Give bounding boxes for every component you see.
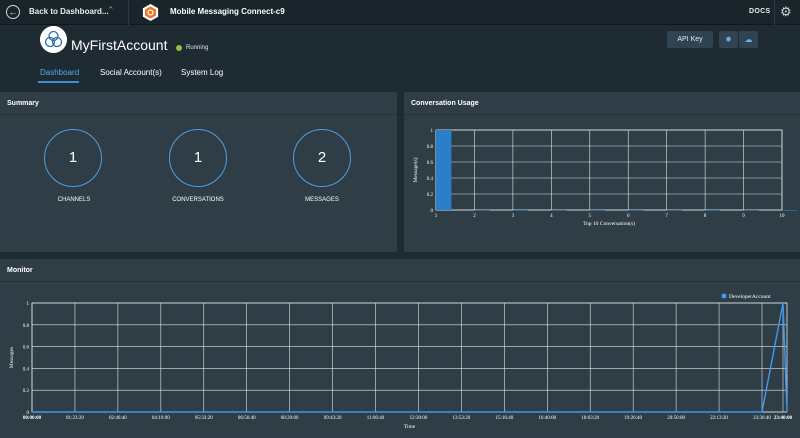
- messages-stat: 2: [293, 129, 351, 187]
- service-hexagon-icon: [142, 3, 159, 22]
- x-tick-label: 9: [742, 214, 745, 219]
- back-arrow-icon[interactable]: ←: [6, 5, 20, 19]
- x-tick-label: 04:10:00: [152, 416, 170, 421]
- legend-label: DeveloperAccount: [729, 294, 771, 300]
- active-tab-indicator: [38, 81, 79, 83]
- y-tick-label: 0.2: [427, 193, 434, 198]
- summary-title: Summary: [7, 100, 39, 107]
- conversation-usage-chart: 0 0.2 0.4 0.6 0.8 1 1 2 3 4 5 6 7 8 9 10 Top 10 Conversa…: [412, 129, 798, 227]
- conversations-label: CONVERSATIONS: [172, 197, 224, 203]
- bar: [474, 210, 490, 211]
- x-tick-label: 23:36:40: [753, 416, 771, 421]
- x-tick-label: 18:03:20: [581, 416, 599, 421]
- x-tick-label: 15:16:40: [495, 416, 513, 421]
- status-indicator: [176, 45, 182, 51]
- bar: [589, 210, 606, 211]
- bar: [436, 130, 452, 210]
- bar: [628, 210, 644, 211]
- bar: [782, 210, 798, 211]
- service-title: Mobile Messaging Connect-c9: [170, 7, 285, 16]
- top-bar: ← Back to Dashboard... ⌃ Mobile Messagin…: [0, 0, 800, 25]
- bar: [512, 210, 529, 211]
- conversation-usage-panel: Conversation Usage 0 0.2 0.4 0.6 0.8 1 1 2 3 4 5 6 7…: [404, 92, 800, 252]
- settings-gear-button-icon[interactable]: ✹: [719, 31, 738, 48]
- y-tick-label: 0.2: [23, 389, 30, 394]
- x-tick-label: 19:26:40: [624, 416, 642, 421]
- docs-link[interactable]: DOCS: [749, 8, 770, 15]
- x-tick-label: 01:23:20: [66, 416, 84, 421]
- api-key-button[interactable]: API Key: [667, 31, 713, 48]
- y-tick-label: 0.4: [427, 177, 434, 182]
- x-tick-label: 6: [627, 214, 630, 219]
- x-tick-label: 16:40:00: [538, 416, 556, 421]
- bar: [666, 210, 683, 211]
- x-tick-label: 11:06:40: [367, 416, 385, 421]
- account-logo-icon: [40, 26, 67, 53]
- y-axis-label: Message(s): [412, 157, 419, 182]
- conversations-stat: 1: [169, 129, 227, 187]
- divider: [128, 0, 129, 25]
- x-tick-label: 06:56:40: [238, 416, 256, 421]
- x-axis-label: Top 10 Conversation(s): [583, 220, 635, 227]
- x-axis-label: Time: [404, 424, 416, 430]
- channels-stat: 1: [44, 129, 102, 187]
- bar: [743, 210, 759, 211]
- bar: [551, 210, 567, 211]
- plot-area: [31, 302, 788, 413]
- tab-system-log[interactable]: System Log: [181, 68, 223, 77]
- cloud-button-icon[interactable]: ☁: [739, 31, 758, 48]
- x-tick-label: 1: [435, 214, 438, 219]
- gear-icon[interactable]: ⚙: [780, 4, 792, 20]
- status-text: Running: [186, 45, 209, 51]
- y-tick-label: 1: [431, 129, 434, 134]
- x-tick-label: 13:53:20: [453, 416, 471, 421]
- back-to-dashboard-link[interactable]: Back to Dashboard...: [29, 7, 109, 16]
- x-tick-label: 23:40:00: [774, 416, 793, 421]
- monitor-chart: 00.20.40.60.8100:00:00 01:23:20 02:46:40 04…: [9, 293, 793, 430]
- y-tick-label: 1: [27, 302, 30, 307]
- x-tick-label: 7: [665, 214, 668, 219]
- tab-dashboard[interactable]: Dashboard: [40, 68, 79, 77]
- y-tick-label: 0.4: [23, 367, 30, 372]
- x-tick-label: 00:00:00: [23, 416, 42, 421]
- x-tick-label: 05:33:20: [195, 416, 213, 421]
- monitor-panel: Monitor 0 0.2 0.4 0.6 0.8 1 00:00:00 01:23:20 02…: [0, 259, 800, 438]
- divider: [774, 0, 775, 25]
- y-tick-label: 0.6: [427, 161, 434, 166]
- x-tick-label: 4: [550, 214, 553, 219]
- y-tick-label: 0.6: [23, 346, 30, 351]
- x-tick-label: 02:46:40: [109, 416, 127, 421]
- account-name: MyFirstAccount: [71, 37, 168, 53]
- x-tick-label: 5: [589, 214, 592, 219]
- x-tick-label: 8: [704, 214, 707, 219]
- monitor-title: Monitor: [7, 267, 33, 274]
- account-header: MyFirstAccount Running API Key ✹ ☁ Dashb…: [0, 25, 800, 89]
- x-tick-label: 22:13:20: [710, 416, 728, 421]
- x-tick-label: 20:50:00: [667, 416, 685, 421]
- x-tick-label: 08:20:00: [281, 416, 299, 421]
- tab-social-accounts[interactable]: Social Account(s): [100, 68, 162, 77]
- x-tick-label: 2: [473, 214, 476, 219]
- y-tick-label: 0.8: [427, 145, 434, 150]
- x-tick-label: 09:43:20: [324, 416, 342, 421]
- y-axis-label: Messages: [9, 347, 15, 368]
- divider: [0, 114, 397, 115]
- x-tick-label: 10: [780, 214, 786, 219]
- legend-marker: [721, 293, 727, 299]
- summary-panel: Summary 1 CHANNELS 1 CONVERSATIONS 2 MES…: [0, 92, 397, 252]
- y-tick-label: 0.8: [23, 324, 30, 329]
- x-tick-label: 3: [512, 214, 515, 219]
- plot-area: [435, 129, 783, 211]
- chevron-up-icon[interactable]: ⌃: [107, 5, 115, 16]
- y-tick-label: 0: [431, 209, 434, 214]
- x-tick-label: 12:30:00: [410, 416, 428, 421]
- bar: [705, 210, 721, 211]
- messages-label: MESSAGES: [305, 197, 339, 203]
- channels-label: CHANNELS: [57, 197, 91, 203]
- conversation-usage-title: Conversation Usage: [411, 100, 479, 107]
